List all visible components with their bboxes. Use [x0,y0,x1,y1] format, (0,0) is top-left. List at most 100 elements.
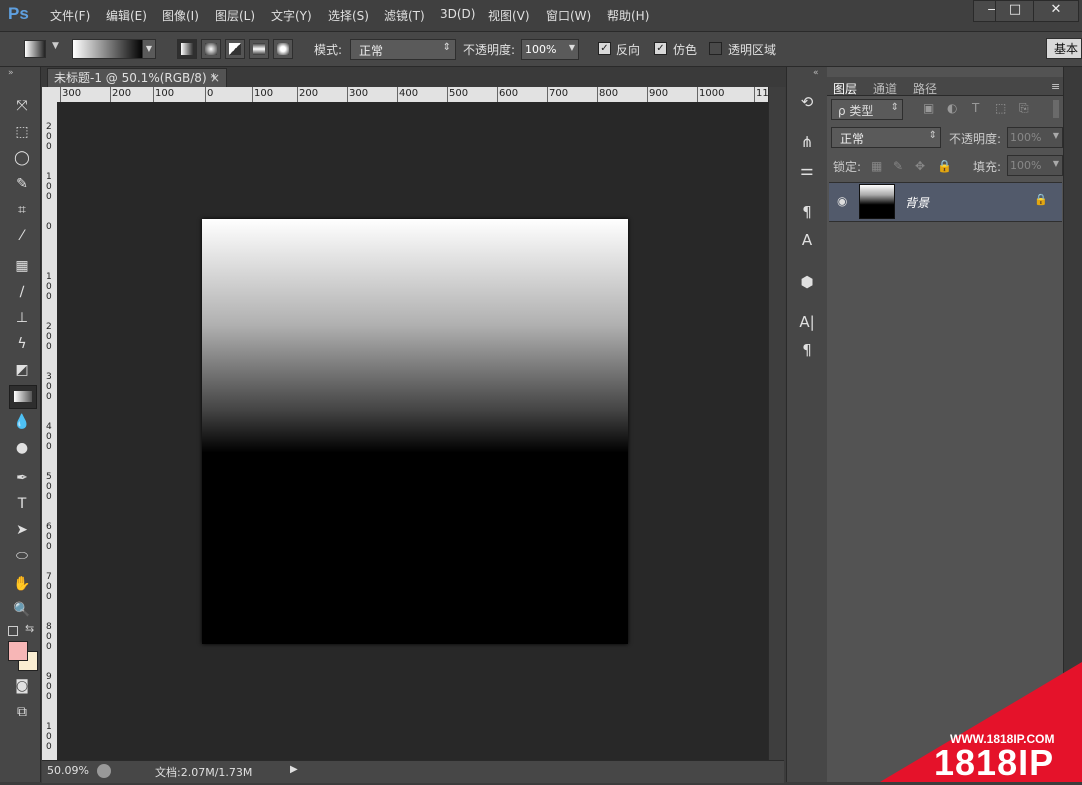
paragraph-styles-icon[interactable]: A [795,229,819,251]
collapse-icon[interactable]: « [813,68,819,78]
hand-tool-icon[interactable]: ✋ [10,573,34,595]
menu-image[interactable]: 图像(I) [162,7,199,24]
pen-tool-icon[interactable]: ✒ [10,467,34,489]
lock-all-icon[interactable]: 🔒 [937,159,952,173]
history-panel-icon[interactable]: ⟲ [795,91,819,113]
crop-tool-icon[interactable]: ⌗ [10,199,34,221]
gradient-tool-icon[interactable] [9,385,37,409]
fill-field[interactable]: 100% ▼ [1007,155,1063,176]
swap-colors-icon[interactable]: ⇆ [25,622,34,635]
options-bar: ▼ ▼ 模式: 正常 ⇕ 不透明度: 100% ▼ ✓ 反向 ✓ 仿色 透明区域… [0,32,1082,67]
share-icon[interactable] [97,764,111,778]
marquee-tool-icon[interactable]: ⬚ [10,121,34,143]
eyedropper-tool-icon[interactable]: ⁄ [10,225,34,247]
healing-brush-tool-icon[interactable]: ▦ [10,255,34,277]
maximize-button[interactable]: □ [995,0,1035,22]
blend-mode-select[interactable]: 正常 ⇕ [831,127,941,148]
layer-thumbnail[interactable] [859,184,895,219]
screen-mode-icon[interactable]: ⧉ [10,701,34,723]
workspace-button[interactable]: 基本 [1046,38,1082,59]
mode-select[interactable]: 正常 ⇕ [350,39,456,60]
menu-help[interactable]: 帮助(H) [607,7,649,24]
tools-panel: » ⤧ ⬚ ◯ ✎ ⌗ ⁄ ▦ ∕ ⊥ ϟ ◩ 💧 ● ✒ T ➤ ⬭ ✋ 🔍 … [0,67,41,782]
chevron-down-icon[interactable]: ▼ [52,41,59,51]
foreground-color-swatch[interactable] [8,641,28,661]
tab-layers[interactable]: 图层 [833,80,857,97]
opacity-field[interactable]: 100% ▼ [521,39,579,60]
filter-pixel-icon[interactable]: ▣ [923,101,934,115]
angle-gradient-button[interactable] [225,39,245,59]
reflected-gradient-button[interactable] [249,39,269,59]
ruler-tick-label: 9 0 0 [46,672,52,702]
menu-type[interactable]: 文字(Y) [271,7,312,24]
zoom-tool-icon[interactable]: 🔍 [10,599,34,621]
linear-gradient-button[interactable] [177,39,197,59]
menu-3d[interactable]: 3D(D) [440,7,475,21]
layer-name[interactable]: 背景 [905,194,929,211]
menu-layer[interactable]: 图层(L) [215,7,255,24]
character-panel-icon[interactable]: A| [795,311,819,333]
filter-kind-select[interactable]: ρ 类型 ⇕ [831,99,903,120]
visibility-eye-icon[interactable]: ◉ [837,194,847,208]
canvas-image[interactable] [202,219,628,644]
path-selection-tool-icon[interactable]: ➤ [10,519,34,541]
3d-panel-icon[interactable]: ⬢ [795,271,819,293]
move-tool-icon[interactable]: ⤧ [10,95,34,117]
tool-preset-icon[interactable] [24,40,46,58]
transparency-checkbox[interactable] [709,42,722,55]
filter-shape-icon[interactable]: ⬚ [995,101,1006,115]
lock-pixels-icon[interactable]: ✎ [893,159,903,173]
adjustments-icon[interactable]: ⚌ [795,159,819,181]
vertical-scrollbar[interactable] [768,87,785,760]
reverse-checkbox[interactable]: ✓ [598,42,611,55]
menu-edit[interactable]: 编辑(E) [106,7,147,24]
quick-mask-icon[interactable]: ◙ [10,675,34,697]
paragraph-panel-icon[interactable]: ¶ [795,339,819,361]
filter-adjustment-icon[interactable]: ◐ [947,101,957,115]
gradient-picker[interactable] [72,39,144,59]
type-tool-icon[interactable]: T [10,493,34,515]
dither-checkbox[interactable]: ✓ [654,42,667,55]
blur-tool-icon[interactable]: 💧 [10,411,34,433]
eraser-tool-icon[interactable]: ◩ [10,359,34,381]
menu-file[interactable]: 文件(F) [50,7,90,24]
select-arrows-icon: ⇕ [928,130,937,141]
lock-transparency-icon[interactable]: ▦ [871,159,882,173]
clone-stamp-tool-icon[interactable]: ⊥ [10,307,34,329]
brush-presets-icon[interactable]: ⋔ [795,131,819,153]
status-menu-arrow-icon[interactable]: ▶ [290,764,298,775]
ellipse-tool-icon[interactable]: ⬭ [10,545,34,567]
brush-tool-icon[interactable]: ∕ [10,281,34,303]
diamond-gradient-button[interactable] [273,39,293,59]
default-colors-icon[interactable] [8,626,18,636]
radial-gradient-button[interactable] [201,39,221,59]
fill-label: 填充: [973,160,1002,174]
character-styles-icon[interactable]: ¶ [795,201,819,223]
filter-type-icon[interactable]: T [972,101,979,115]
collapse-icon[interactable]: » [8,68,14,78]
layer-opacity-field[interactable]: 100% ▼ [1007,127,1063,148]
filter-toggle[interactable] [1053,100,1059,118]
panel-menu-icon[interactable]: ≡ [1051,80,1060,93]
lasso-tool-icon[interactable]: ◯ [10,147,34,169]
quick-select-tool-icon[interactable]: ✎ [10,173,34,195]
ruler-tick-label: 1 0 0 [46,722,52,752]
zoom-level[interactable]: 50.09% [47,764,89,777]
lock-position-icon[interactable]: ✥ [915,159,925,173]
ruler-tick [297,87,298,102]
menu-select[interactable]: 选择(S) [328,7,369,24]
document-tab[interactable]: 未标题-1 @ 50.1%(RGB/8) * × [47,68,227,87]
tab-paths[interactable]: 路径 [913,80,937,97]
ruler-tick [597,87,598,102]
gradient-dropdown-icon[interactable]: ▼ [142,39,156,59]
menu-filter[interactable]: 滤镜(T) [384,7,425,24]
tab-channels[interactable]: 通道 [873,80,897,97]
menu-view[interactable]: 视图(V) [488,7,530,24]
close-tab-icon[interactable]: × [210,69,220,87]
close-button[interactable]: ✕ [1033,0,1079,22]
ruler-tick-label: 7 0 0 [46,572,52,602]
dodge-tool-icon[interactable]: ● [10,437,34,459]
history-brush-tool-icon[interactable]: ϟ [10,333,34,355]
menu-window[interactable]: 窗口(W) [546,7,591,24]
filter-smart-object-icon[interactable]: ⎘ [1019,101,1029,116]
